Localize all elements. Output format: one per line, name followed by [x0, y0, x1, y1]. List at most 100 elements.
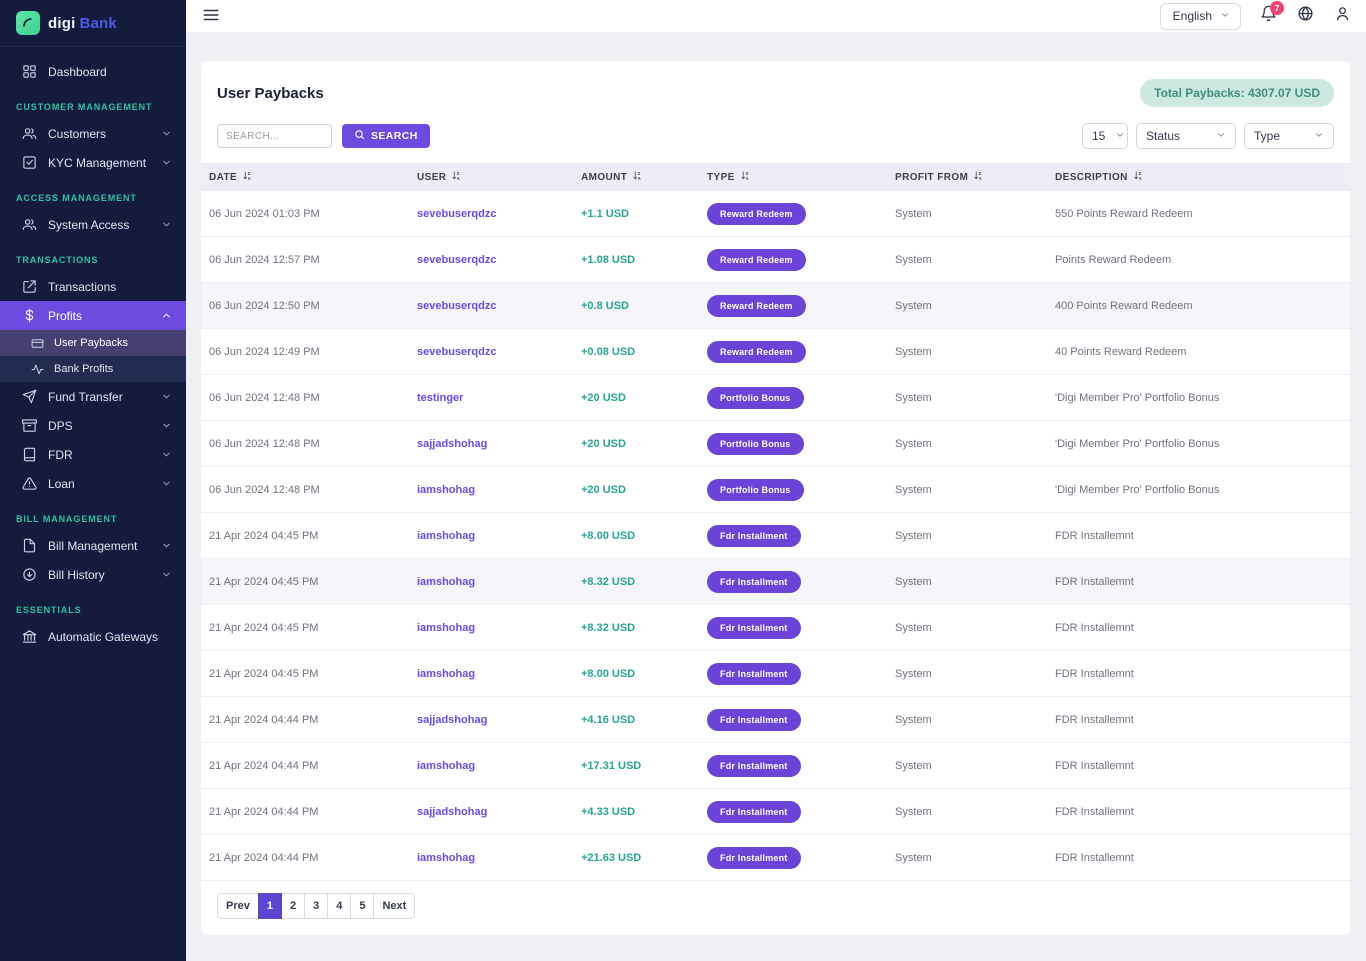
book-icon [22, 447, 37, 462]
sidebar-item-dps[interactable]: DPS [0, 411, 186, 440]
column-header-user[interactable]: USERZA [409, 170, 573, 184]
alert-triangle-icon [22, 476, 37, 491]
sidebar-item-bill-history[interactable]: Bill History [0, 560, 186, 589]
cell-user-link[interactable]: testinger [409, 392, 573, 404]
sidebar-item-loan[interactable]: Loan [0, 469, 186, 498]
users-icon [22, 217, 37, 232]
submenu-profits: User PaybacksBank Profits [0, 330, 186, 382]
column-header-profit-from[interactable]: PROFIT FROMZA [887, 170, 1047, 184]
cell-amount: +20 USD [573, 484, 699, 496]
cell-user-link[interactable]: iamshohag [409, 576, 573, 588]
type-badge: Reward Redeem [707, 295, 806, 317]
cell-description: 'Digi Member Pro' Portfolio Bonus [1047, 484, 1350, 496]
type-badge: Reward Redeem [707, 341, 806, 363]
cell-amount: +20 USD [573, 438, 699, 450]
sidebar-item-dashboard[interactable]: Dashboard [0, 57, 186, 86]
sidebar: digiBank DashboardCUSTOMER MANAGEMENTCus… [0, 0, 186, 961]
brand-logo[interactable]: digiBank [0, 0, 186, 47]
download-circle-icon [22, 567, 37, 582]
cell-description: 'Digi Member Pro' Portfolio Bonus [1047, 392, 1350, 404]
column-header-description[interactable]: DESCRIPTIONZA [1047, 170, 1350, 184]
cell-user-link[interactable]: iamshohag [409, 484, 573, 496]
cell-user-link[interactable]: sajjadshohag [409, 806, 573, 818]
profile-button[interactable] [1332, 6, 1352, 26]
cell-amount: +17.31 USD [573, 760, 699, 772]
cell-profit-from: System [887, 254, 1047, 266]
pagination: Prev12345Next [201, 881, 1350, 935]
cell-user-link[interactable]: iamshohag [409, 852, 573, 864]
cell-user-link[interactable]: iamshohag [409, 668, 573, 680]
bank-icon [22, 629, 37, 644]
column-header-type[interactable]: TYPEZA [699, 170, 887, 184]
globe-button[interactable] [1295, 6, 1315, 26]
cell-description: 40 Points Reward Redeem [1047, 346, 1350, 358]
svg-text:Z: Z [457, 171, 460, 176]
svg-text:Z: Z [638, 171, 641, 176]
svg-text:Z: Z [248, 171, 251, 176]
sidebar-item-profits[interactable]: Profits [0, 301, 186, 330]
cell-profit-from: System [887, 484, 1047, 496]
sidebar-item-kyc-management[interactable]: KYC Management [0, 148, 186, 177]
column-header-date[interactable]: DATEZA [201, 170, 409, 184]
cell-user-link[interactable]: sajjadshohag [409, 438, 573, 450]
svg-text:A: A [979, 176, 982, 181]
pagination-3[interactable]: 3 [304, 893, 328, 919]
sidebar-item-system-access[interactable]: System Access [0, 210, 186, 239]
page-title: User Paybacks [217, 85, 324, 102]
table-header-row: DATEZAUSERZAAMOUNTZATYPEZAPROFIT FROMZAD… [201, 163, 1350, 191]
cell-profit-from: System [887, 576, 1047, 588]
pagination-next[interactable]: Next [373, 893, 415, 919]
table-body: 06 Jun 2024 01:03 PM sevebuserqdzc +1.1 … [201, 191, 1350, 881]
svg-text:A: A [248, 176, 251, 181]
sidebar-subitem-bank-profits[interactable]: Bank Profits [0, 356, 186, 382]
cell-date: 21 Apr 2024 04:45 PM [201, 622, 409, 634]
status-filter-select[interactable]: Status [1136, 123, 1236, 149]
sidebar-item-fdr[interactable]: FDR [0, 440, 186, 469]
cell-profit-from: System [887, 208, 1047, 220]
cell-date: 21 Apr 2024 04:44 PM [201, 852, 409, 864]
cell-user-link[interactable]: sevebuserqdzc [409, 208, 573, 220]
sidebar-item-customers[interactable]: Customers [0, 119, 186, 148]
menu-toggle-button[interactable] [202, 5, 224, 27]
notifications-button[interactable]: 7 [1258, 6, 1278, 26]
cell-user-link[interactable]: iamshohag [409, 760, 573, 772]
pagination-5[interactable]: 5 [350, 893, 374, 919]
svg-text:A: A [1138, 176, 1141, 181]
language-select[interactable]: English [1160, 3, 1241, 30]
paybacks-table: DATEZAUSERZAAMOUNTZATYPEZAPROFIT FROMZAD… [201, 163, 1350, 881]
cell-date: 21 Apr 2024 04:44 PM [201, 806, 409, 818]
cell-user-link[interactable]: sajjadshohag [409, 714, 573, 726]
sidebar-item-fund-transfer[interactable]: Fund Transfer [0, 382, 186, 411]
sidebar-subitem-user-paybacks[interactable]: User Paybacks [0, 330, 186, 356]
cell-description: 'Digi Member Pro' Portfolio Bonus [1047, 438, 1350, 450]
svg-text:Z: Z [745, 171, 748, 176]
type-badge: Fdr Installment [707, 755, 801, 777]
pagination-prev[interactable]: Prev [217, 893, 259, 919]
notification-count-badge: 7 [1270, 1, 1284, 15]
sidebar-item-automatic-gateways[interactable]: Automatic Gateways [0, 622, 186, 651]
table-row: 06 Jun 2024 12:57 PM sevebuserqdzc +1.08… [201, 237, 1350, 283]
table-row: 06 Jun 2024 12:49 PM sevebuserqdzc +0.08… [201, 329, 1350, 375]
pagination-2[interactable]: 2 [281, 893, 305, 919]
page-size-select[interactable]: 15 [1082, 123, 1128, 149]
sort-icon: ZA [973, 170, 984, 184]
sidebar-item-transactions[interactable]: Transactions [0, 272, 186, 301]
type-filter-select[interactable]: Type [1244, 123, 1334, 149]
cell-user-link[interactable]: sevebuserqdzc [409, 254, 573, 266]
cell-user-link[interactable]: iamshohag [409, 622, 573, 634]
globe-icon [1297, 5, 1314, 27]
table-row: 21 Apr 2024 04:45 PM iamshohag +8.00 USD… [201, 651, 1350, 697]
cell-date: 06 Jun 2024 12:48 PM [201, 438, 409, 450]
table-row: 21 Apr 2024 04:45 PM iamshohag +8.32 USD… [201, 559, 1350, 605]
cell-user-link[interactable]: sevebuserqdzc [409, 346, 573, 358]
sidebar-item-bill-management[interactable]: Bill Management [0, 531, 186, 560]
column-header-amount[interactable]: AMOUNTZA [573, 170, 699, 184]
pagination-4[interactable]: 4 [327, 893, 351, 919]
cell-user-link[interactable]: sevebuserqdzc [409, 300, 573, 312]
cell-user-link[interactable]: iamshohag [409, 530, 573, 542]
table-row: 21 Apr 2024 04:45 PM iamshohag +8.32 USD… [201, 605, 1350, 651]
chevron-down-icon [1220, 9, 1230, 23]
search-input[interactable] [217, 124, 332, 148]
pagination-1[interactable]: 1 [258, 893, 282, 919]
search-button[interactable]: SEARCH [342, 124, 430, 148]
